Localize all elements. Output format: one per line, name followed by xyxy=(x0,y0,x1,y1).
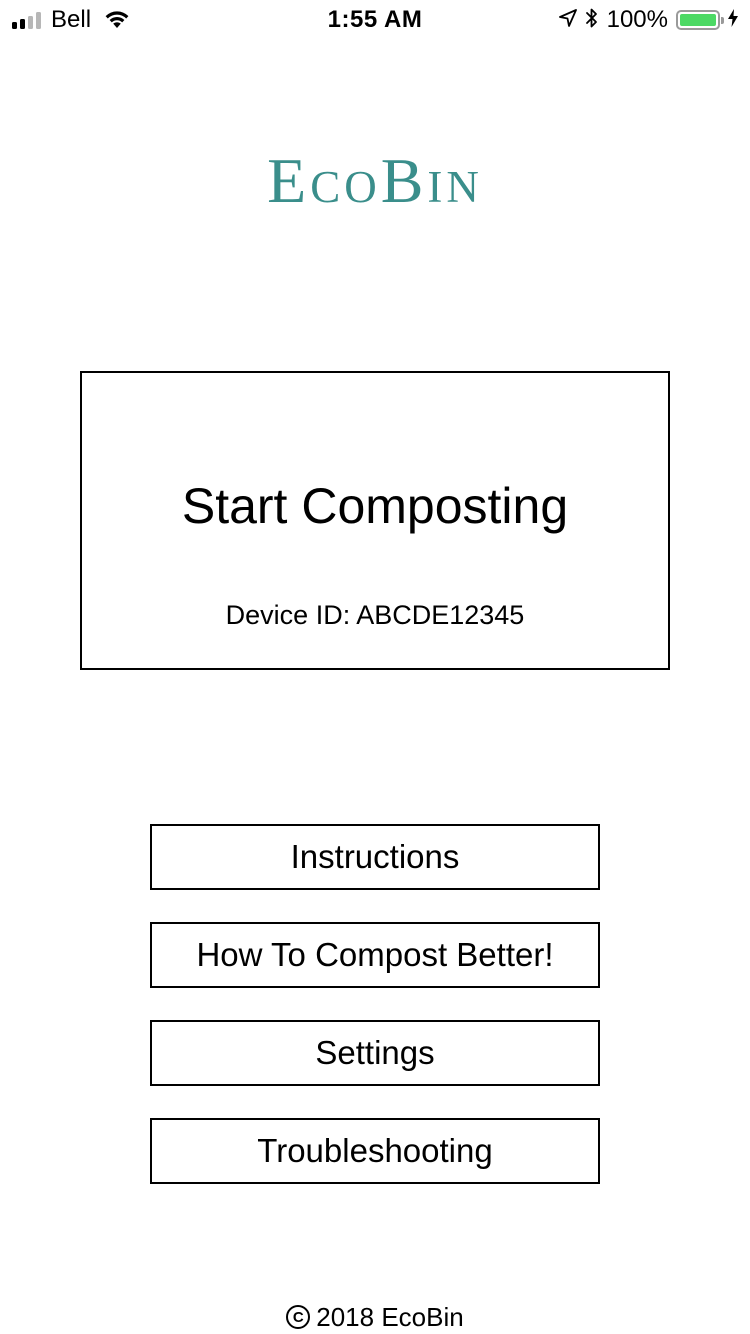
start-composting-label: Start Composting xyxy=(181,478,569,534)
device-id-label: Device ID: ABCDE12345 xyxy=(225,600,525,630)
app-logo: EcoBin xyxy=(267,145,483,216)
footer-text: 2018 EcoBin xyxy=(316,1302,464,1332)
battery-level-fill xyxy=(680,14,716,26)
how-to-compost-better-button[interactable]: How To Compost Better! xyxy=(150,922,600,988)
footer: C 2018 EcoBin xyxy=(0,1300,750,1334)
instructions-button[interactable]: Instructions xyxy=(150,824,600,890)
status-bar: Bell 1:55 AM 100% xyxy=(0,0,750,40)
settings-button[interactable]: Settings xyxy=(150,1020,600,1086)
troubleshooting-button[interactable]: Troubleshooting xyxy=(150,1118,600,1184)
start-composting-button[interactable]: Start Composting Device ID: ABCDE12345 xyxy=(80,371,670,670)
copyright-icon: C xyxy=(286,1305,311,1329)
status-bar-right: 100% xyxy=(558,6,738,34)
bluetooth-icon xyxy=(585,7,599,34)
app-screen: Bell 1:55 AM 100% EcoBin Start Compostin… xyxy=(0,0,750,1334)
location-arrow-icon xyxy=(558,8,577,32)
charging-bolt-icon xyxy=(728,8,738,32)
battery-icon xyxy=(676,10,724,30)
battery-percent: 100% xyxy=(606,6,668,33)
